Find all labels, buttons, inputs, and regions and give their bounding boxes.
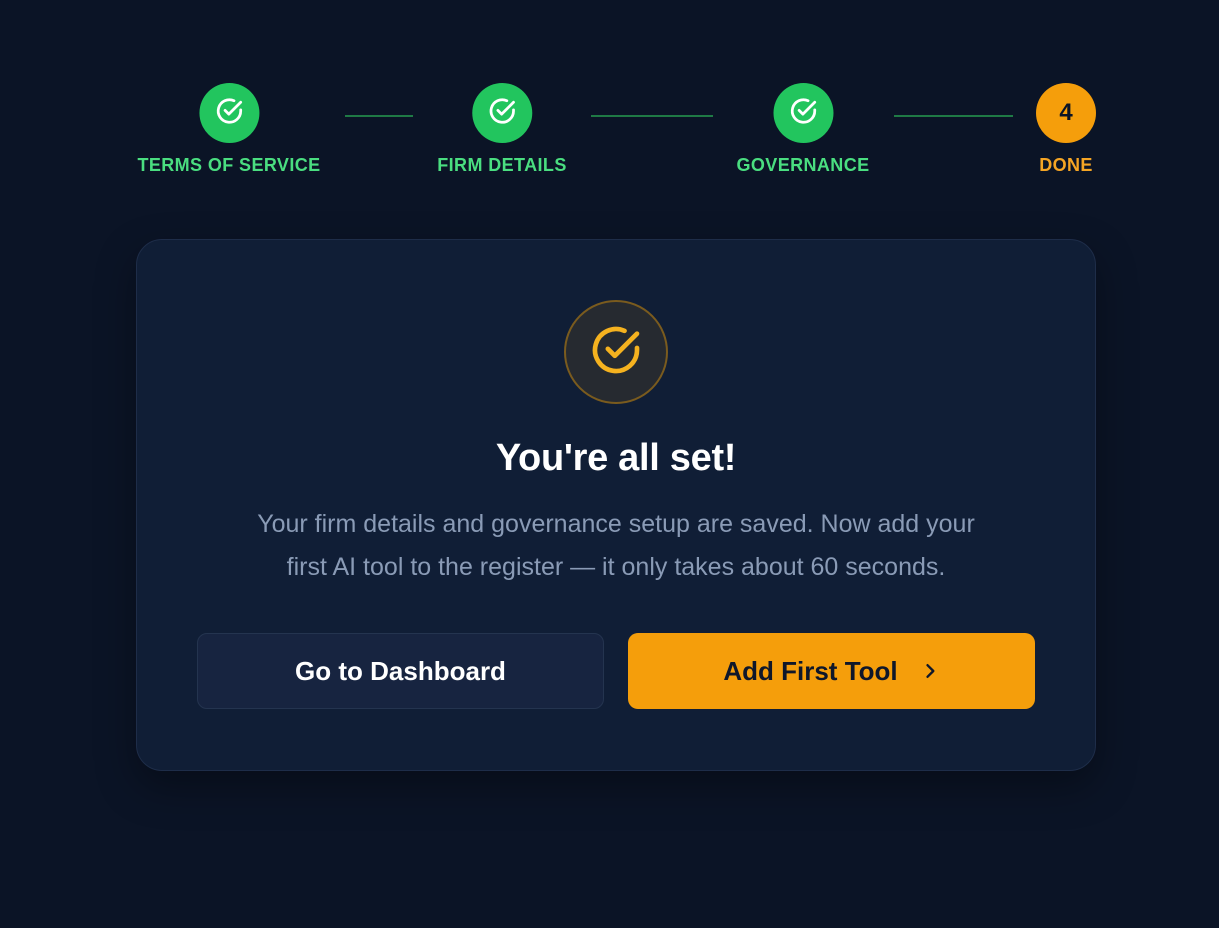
step-governance: GOVERNANCE xyxy=(736,83,869,176)
add-first-tool-label: Add First Tool xyxy=(723,655,898,686)
go-to-dashboard-label: Go to Dashboard xyxy=(295,655,506,686)
step-current-indicator: 4 xyxy=(1036,83,1096,143)
step-number: 4 xyxy=(1059,99,1073,126)
card-title: You're all set! xyxy=(495,437,737,479)
step-done: 4 DONE xyxy=(1036,83,1096,176)
step-complete-indicator xyxy=(772,83,833,143)
step-complete-indicator xyxy=(198,83,259,143)
card-description-line: Your firm details and governance setup a… xyxy=(257,510,975,538)
onboarding-stepper: TERMS OF SERVICE FIRM DETAILS GOVERNANCE… xyxy=(0,0,1219,200)
step-label: FIRM DETAILS xyxy=(437,155,567,175)
step-label: TERMS OF SERVICE xyxy=(137,155,321,175)
step-firm-details: FIRM DETAILS xyxy=(437,83,566,176)
card-description-line: first AI tool to the register — it only … xyxy=(286,553,946,581)
step-connector xyxy=(591,115,713,117)
check-circle-icon xyxy=(788,96,818,131)
check-circle-icon xyxy=(487,96,517,131)
step-label: DONE xyxy=(1039,155,1093,175)
step-label: GOVERNANCE xyxy=(736,155,870,175)
add-first-tool-button[interactable]: Add First Tool xyxy=(628,633,1035,709)
step-connector xyxy=(894,115,1013,117)
step-complete-indicator xyxy=(472,83,532,143)
chevron-right-icon xyxy=(920,661,940,681)
step-connector xyxy=(345,115,413,117)
check-circle-icon xyxy=(214,96,244,131)
check-circle-icon xyxy=(588,322,644,383)
card-description: Your firm details and governance setup a… xyxy=(197,503,1035,589)
completion-card: You're all set! Your firm details and go… xyxy=(136,239,1096,771)
go-to-dashboard-button[interactable]: Go to Dashboard xyxy=(197,633,604,709)
step-terms-of-service: TERMS OF SERVICE xyxy=(137,83,320,176)
success-badge xyxy=(564,300,668,404)
onboarding-page: TERMS OF SERVICE FIRM DETAILS GOVERNANCE… xyxy=(0,0,1219,928)
